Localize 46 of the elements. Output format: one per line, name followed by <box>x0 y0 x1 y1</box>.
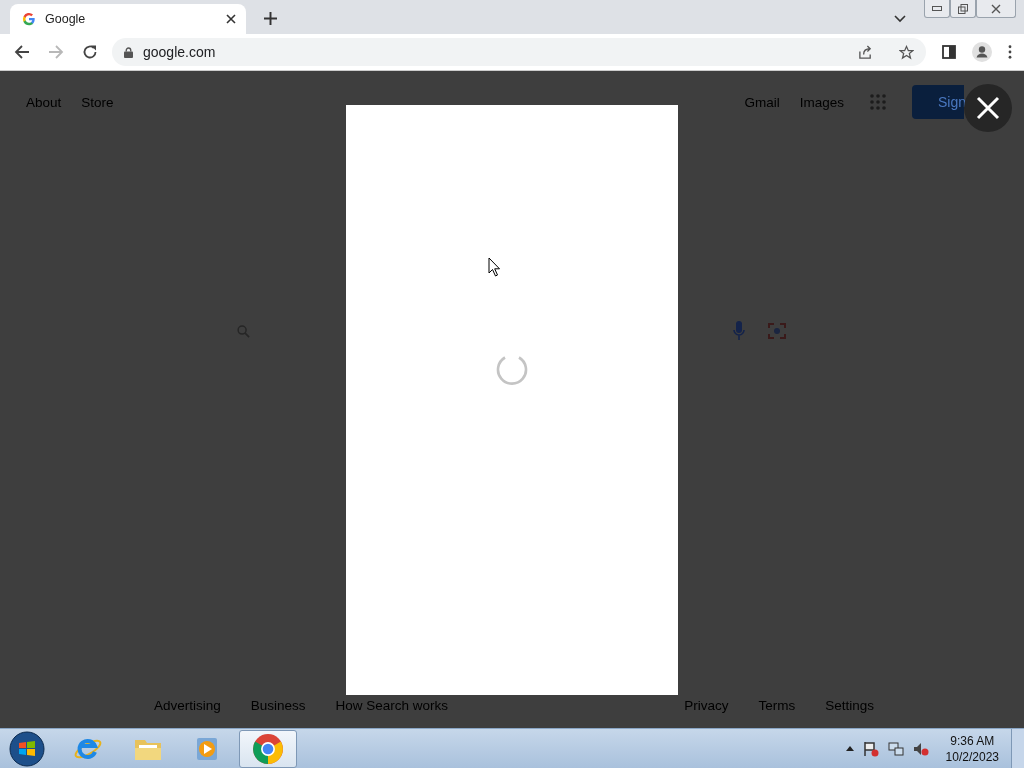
menu-icon[interactable] <box>1008 45 1012 59</box>
address-bar[interactable]: google.com <box>112 38 926 66</box>
taskbar-app-button[interactable] <box>239 729 297 768</box>
header-link[interactable]: Store <box>81 94 114 110</box>
restore-button[interactable] <box>950 0 976 18</box>
footer-link[interactable]: How Search works <box>335 697 449 713</box>
show-hidden-icon[interactable] <box>845 746 854 751</box>
header-link[interactable]: About <box>26 94 62 110</box>
header-link[interactable]: Images <box>799 94 844 110</box>
lock-icon <box>124 46 133 58</box>
clock[interactable]: 9:36 AM 10/2/2023 <box>945 732 999 765</box>
star-icon[interactable] <box>899 44 914 60</box>
close-icon[interactable] <box>226 14 236 24</box>
clock-date: 10/2/2023 <box>945 748 999 765</box>
chrome-icon <box>252 732 284 765</box>
chevron-down-icon[interactable] <box>894 15 906 23</box>
start-button[interactable] <box>9 730 45 767</box>
close-window-button[interactable] <box>976 0 1016 18</box>
mouse-cursor-icon <box>488 257 501 277</box>
tab-title: Google <box>45 12 87 26</box>
clock-time: 9:36 AM <box>950 732 995 749</box>
close-icon <box>991 3 1001 14</box>
close-button[interactable] <box>964 84 1012 132</box>
header-link[interactable]: Gmail <box>744 94 780 110</box>
search-icon <box>237 324 250 338</box>
footer-link[interactable]: Business <box>250 697 306 713</box>
footer-link[interactable]: Settings <box>825 697 874 713</box>
close-icon <box>976 96 1000 120</box>
restore-icon <box>958 3 968 14</box>
footer-link[interactable]: Privacy <box>684 697 729 713</box>
google-logo-icon <box>22 12 36 26</box>
minimize-icon <box>932 5 942 12</box>
new-tab-icon[interactable] <box>264 12 277 25</box>
back-icon[interactable] <box>14 44 30 60</box>
network-icon[interactable] <box>887 740 904 757</box>
profile-icon[interactable] <box>972 42 992 62</box>
reload-icon[interactable] <box>82 44 98 60</box>
flag-icon[interactable] <box>862 740 879 757</box>
minimize-button[interactable] <box>924 0 950 18</box>
url-text: google.com <box>143 44 216 60</box>
side-panel-icon[interactable] <box>942 45 956 59</box>
sign-in-button[interactable]: Sign <box>912 85 964 119</box>
share-icon[interactable] <box>858 44 873 60</box>
footer-link[interactable]: Advertising <box>154 697 221 713</box>
footer-link[interactable]: Terms <box>758 697 796 713</box>
browser-tab[interactable]: Google <box>10 4 246 34</box>
